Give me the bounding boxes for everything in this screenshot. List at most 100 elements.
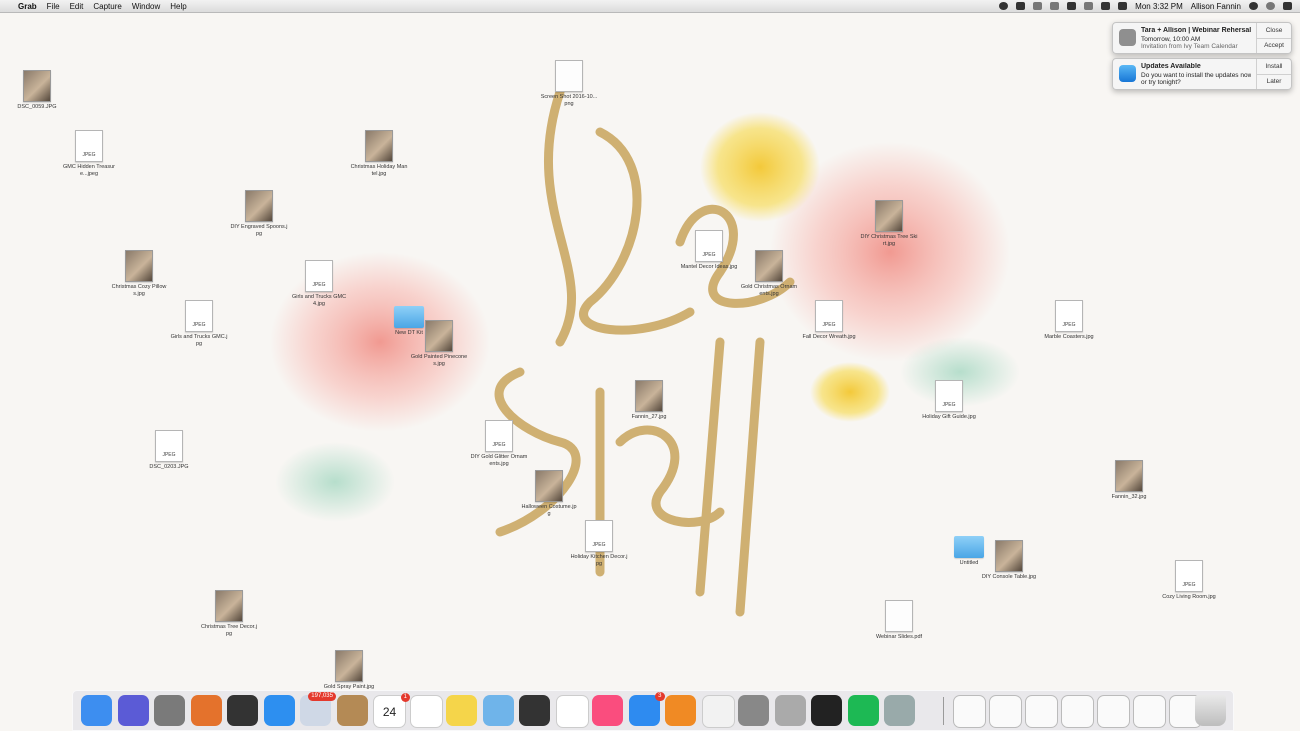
menu-help[interactable]: Help bbox=[170, 2, 186, 11]
minimized-window-icon[interactable] bbox=[953, 695, 986, 728]
calendar-invite-icon bbox=[1119, 29, 1136, 46]
close-button[interactable]: Close bbox=[1256, 23, 1291, 39]
itunes-icon[interactable] bbox=[592, 695, 623, 726]
file-thumbnail-icon bbox=[365, 130, 393, 162]
user-name[interactable]: Allison Fannin bbox=[1191, 2, 1241, 11]
desktop-file-icon[interactable]: DSC_0203.JPG bbox=[140, 430, 198, 486]
slideshow-icon[interactable] bbox=[519, 695, 550, 726]
file-thumbnail-icon bbox=[815, 300, 843, 332]
desktop-file-icon[interactable]: Halloween Costume.jpg bbox=[520, 470, 578, 526]
desktop-file-label: Fall Decor Wreath.jpg bbox=[802, 334, 856, 340]
desktop-file-icon[interactable]: DSC_0059.JPG bbox=[8, 70, 66, 126]
wifi-icon[interactable] bbox=[1067, 2, 1077, 10]
desktop-file-icon[interactable]: Fannin_27.jpg bbox=[620, 380, 678, 436]
minimized-window-icon[interactable] bbox=[1133, 695, 1166, 728]
desktop-file-icon[interactable]: Girls and Trucks GMC.jpg bbox=[170, 300, 228, 356]
safari-icon[interactable] bbox=[263, 695, 295, 726]
dropbox-icon[interactable] bbox=[1016, 2, 1026, 10]
file-thumbnail-icon bbox=[125, 250, 153, 282]
desktop-file-icon[interactable]: Gold Christmas Ornaments.jpg bbox=[740, 250, 798, 306]
bluetooth-icon[interactable] bbox=[1050, 2, 1060, 10]
spotlight-icon[interactable] bbox=[1249, 2, 1258, 10]
desktop-file-icon[interactable]: Cozy Living Room.jpg bbox=[1160, 560, 1218, 616]
dock-badge: 1 bbox=[400, 693, 410, 702]
later-button[interactable]: Later bbox=[1256, 74, 1291, 89]
timemachine-icon[interactable] bbox=[1033, 2, 1043, 10]
clock[interactable]: Mon 3:32 PM bbox=[1135, 2, 1183, 11]
notes-icon[interactable] bbox=[446, 695, 477, 726]
reminders-icon[interactable] bbox=[409, 695, 443, 728]
desktop-file-icon[interactable]: Marble Coasters.jpg bbox=[1040, 300, 1098, 356]
dock-badge: 197,035 bbox=[308, 692, 336, 701]
volume-icon[interactable] bbox=[1101, 2, 1111, 10]
yellow-bud bbox=[810, 362, 890, 422]
launchpad-icon[interactable] bbox=[154, 695, 185, 726]
desktop-file-label: New DT Kit bbox=[395, 330, 423, 336]
minimized-window-icon[interactable] bbox=[1097, 695, 1130, 728]
menu-app-name[interactable]: Grab bbox=[18, 2, 37, 11]
battery-icon[interactable] bbox=[1118, 2, 1128, 10]
desktop-file-icon[interactable]: Holiday Gift Guide.jpg bbox=[920, 380, 978, 436]
photobooth-icon[interactable] bbox=[227, 695, 258, 726]
airplay-icon[interactable] bbox=[1084, 2, 1094, 10]
minimized-window-icon[interactable] bbox=[989, 695, 1022, 728]
appstore-icon[interactable]: 3 bbox=[628, 692, 665, 726]
siri-menu-icon[interactable] bbox=[1266, 2, 1275, 10]
menu-capture[interactable]: Capture bbox=[93, 2, 121, 11]
notification-center-icon[interactable] bbox=[1283, 2, 1292, 10]
file-thumbnail-icon bbox=[23, 70, 51, 102]
desktop-file-label: Christmas Cozy Pillows.jpg bbox=[111, 284, 167, 297]
desktop-file-icon[interactable]: Mantel Decor Ideas.jpg bbox=[680, 230, 738, 286]
calendar-icon[interactable]: 24 1 bbox=[373, 693, 410, 728]
gear-icon[interactable] bbox=[738, 695, 769, 726]
install-button[interactable]: Install bbox=[1256, 59, 1291, 75]
menu-window[interactable]: Window bbox=[132, 2, 160, 11]
capture-icon[interactable] bbox=[884, 695, 915, 726]
mail-icon[interactable]: 197,035 bbox=[300, 692, 336, 726]
notification-title: Tara + Allison | Webinar Rehersal bbox=[1141, 27, 1251, 34]
minimized-window-icon[interactable] bbox=[1061, 695, 1094, 728]
ibooks-icon[interactable] bbox=[665, 695, 696, 726]
dock-separator bbox=[943, 697, 944, 725]
desktop-file-icon[interactable]: DIY Christmas Tree Skirt.jpg bbox=[860, 200, 918, 256]
finder-icon[interactable] bbox=[81, 695, 112, 726]
siri-icon[interactable] bbox=[117, 695, 149, 726]
updates-notification[interactable]: Updates Available Do you want to install… bbox=[1112, 58, 1292, 90]
menu-edit[interactable]: Edit bbox=[70, 2, 84, 11]
desktop-file-icon[interactable]: Christmas Cozy Pillows.jpg bbox=[110, 250, 168, 306]
photos-icon[interactable] bbox=[555, 695, 589, 728]
desktop-file-icon[interactable]: GMC Hidden Treasure...jpeg bbox=[60, 130, 118, 186]
preview-icon[interactable] bbox=[482, 695, 514, 726]
minimized-window-icon[interactable] bbox=[1025, 695, 1058, 728]
desktop-file-icon[interactable]: Webinar Slides.pdf bbox=[870, 600, 928, 656]
accept-button[interactable]: Accept bbox=[1256, 38, 1291, 53]
desktop-file-icon[interactable]: Fall Decor Wreath.jpg bbox=[800, 300, 858, 356]
desktop-file-icon[interactable]: Christmas Tree Decor.jpg bbox=[200, 590, 258, 646]
desktop-file-icon[interactable]: Holiday Kitchen Decor.jpg bbox=[570, 520, 628, 576]
desktop-file-icon[interactable]: Untitled bbox=[940, 530, 998, 586]
grab-icon[interactable] bbox=[774, 695, 806, 726]
firefox-icon[interactable] bbox=[190, 695, 222, 726]
dock: 197,035 24 1 3 bbox=[72, 690, 1234, 731]
textedit-icon[interactable] bbox=[701, 695, 735, 728]
app-store-icon bbox=[1119, 65, 1136, 82]
file-thumbnail-icon bbox=[535, 470, 563, 502]
desktop-file-icon[interactable]: Girls and Trucks GMC 4.jpg bbox=[290, 260, 348, 316]
contacts-icon[interactable] bbox=[336, 695, 368, 726]
desktop-file-icon[interactable]: Screen Shot 2016-10...png bbox=[540, 60, 598, 116]
menu-file[interactable]: File bbox=[47, 2, 60, 11]
creative-cloud-icon[interactable] bbox=[999, 2, 1009, 10]
desktop-file-label: Holiday Kitchen Decor.jpg bbox=[570, 554, 628, 567]
desktop-file-icon[interactable]: Fannin_32.jpg bbox=[1100, 460, 1158, 516]
desktop-file-icon[interactable]: DIY Engraved Spoons.jpg bbox=[230, 190, 288, 246]
activity-icon[interactable] bbox=[811, 695, 842, 726]
desktop-file-icon[interactable]: New DT Kit bbox=[380, 300, 438, 356]
desktop-file-label: Screen Shot 2016-10...png bbox=[540, 94, 598, 107]
trash-icon[interactable] bbox=[1195, 695, 1226, 726]
desktop-file-icon[interactable]: DIY Gold Glitter Ornaments.jpg bbox=[470, 420, 528, 476]
status-area: Mon 3:32 PM Allison Fannin bbox=[999, 0, 1292, 12]
notification-line: Do you want to install the updates now bbox=[1141, 72, 1251, 79]
calendar-notification[interactable]: Tara + Allison | Webinar Rehersal Tomorr… bbox=[1112, 22, 1292, 54]
spotify-icon[interactable] bbox=[847, 695, 879, 726]
desktop-file-icon[interactable]: Christmas Holiday Mantel.jpg bbox=[350, 130, 408, 186]
